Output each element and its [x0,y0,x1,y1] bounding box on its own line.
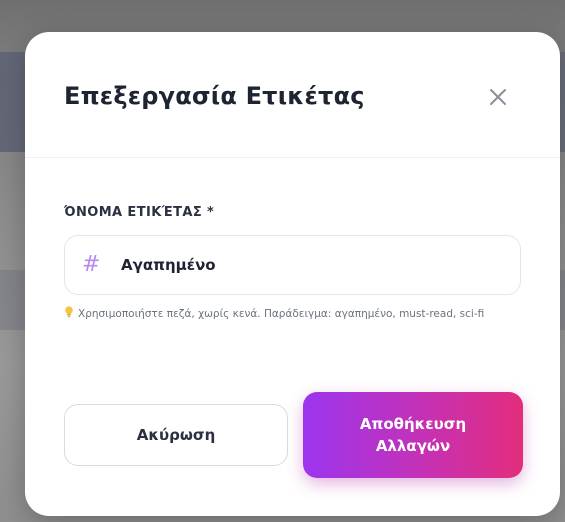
modal-title: Επεξεργασία Ετικέτας [64,82,365,110]
close-icon [490,89,506,105]
tag-name-input[interactable] [121,236,511,294]
hint-message: Χρησιμοποιήστε πεζά, χωρίς κενά. Παράδει… [78,308,485,320]
save-changes-button[interactable]: Αποθήκευση Αλλαγών [303,392,523,478]
lightbulb-icon [65,306,73,318]
cancel-button[interactable]: Ακύρωση [64,404,288,466]
close-button[interactable] [480,79,516,115]
modal-header: Επεξεργασία Ετικέτας [25,32,560,158]
save-label-line2: Αλλαγών [375,437,451,455]
hint-text: Χρησιμοποιήστε πεζά, χωρίς κενά. Παράδει… [64,306,524,322]
tag-name-field[interactable]: # [64,235,521,295]
save-label-line1: Αποθήκευση [359,415,467,433]
tag-name-label: ΌΝΟΜΑ ΕΤΙΚΈΤΑΣ * [64,205,215,220]
edit-tag-modal: Επεξεργασία Ετικέτας ΌΝΟΜΑ ΕΤΙΚΈΤΑΣ * # … [25,32,560,516]
hash-icon: # [82,252,101,277]
